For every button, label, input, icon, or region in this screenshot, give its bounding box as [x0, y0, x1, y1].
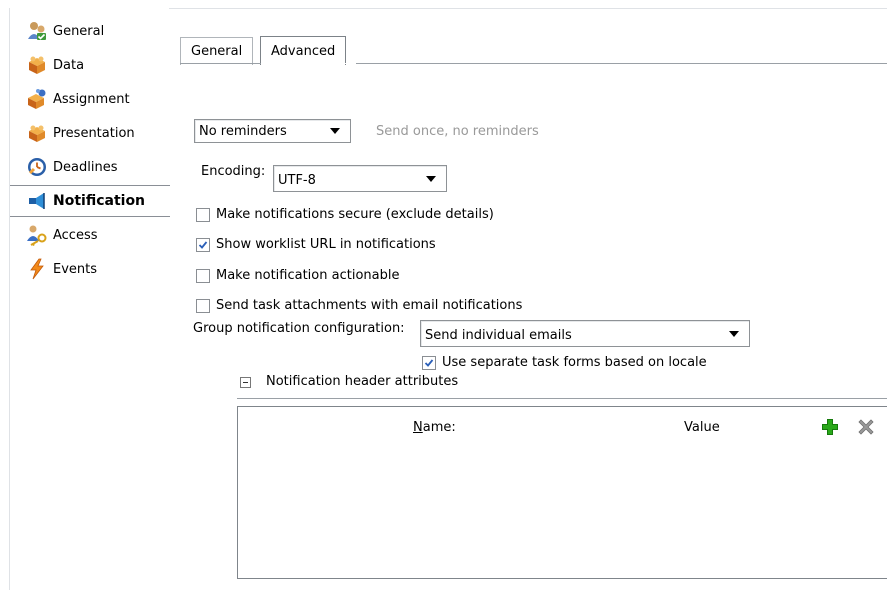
- people-check-icon: [25, 19, 49, 43]
- worklist-url-checkbox[interactable]: Show worklist URL in notifications: [196, 237, 436, 252]
- tab-general[interactable]: General: [180, 37, 254, 65]
- encoding-value: UTF-8: [278, 173, 316, 188]
- sidebar-item-label: Notification: [53, 193, 146, 209]
- chevron-down-icon: [426, 175, 436, 182]
- header-attributes-table[interactable]: Name: Value: [237, 406, 887, 579]
- clock-icon: [25, 155, 49, 179]
- checkbox[interactable]: [196, 237, 210, 252]
- checkbox[interactable]: [196, 298, 210, 313]
- collapse-section-icon[interactable]: [240, 377, 251, 388]
- actionable-label: Make notification actionable: [216, 268, 400, 283]
- attachments-label: Send task attachments with email notific…: [216, 298, 523, 313]
- secure-notifications-checkbox[interactable]: Make notifications secure (exclude detai…: [196, 207, 494, 222]
- reminders-hint: Send once, no reminders: [376, 124, 539, 139]
- sidebar-item-assignment[interactable]: Assignment: [10, 84, 168, 114]
- sidebar-item-events[interactable]: Events: [10, 254, 168, 284]
- sidebar-item-label: Access: [53, 227, 98, 243]
- tab-general-label: General: [191, 44, 243, 59]
- group-config-select[interactable]: Send individual emails: [420, 320, 750, 347]
- sidebar-item-label: Assignment: [53, 91, 130, 107]
- sidebar-item-label: Deadlines: [53, 159, 118, 175]
- assignment-icon: [25, 87, 49, 111]
- locale-forms-label: Use separate task forms based on locale: [442, 355, 707, 370]
- notification-megaphone-icon: [25, 189, 49, 213]
- chevron-down-icon: [729, 330, 739, 337]
- sidebar-item-deadlines[interactable]: Deadlines: [10, 152, 168, 182]
- sidebar-item-access[interactable]: Access: [10, 220, 168, 250]
- reminders-value: No reminders: [199, 123, 287, 139]
- secure-notifications-label: Make notifications secure (exclude detai…: [216, 207, 494, 222]
- sidebar-item-label: Presentation: [53, 125, 135, 141]
- presentation-icon: [25, 121, 49, 145]
- encoding-label: Encoding:: [201, 164, 266, 179]
- group-config-label: Group notification configuration:: [193, 321, 405, 336]
- remove-row-icon[interactable]: [858, 419, 874, 439]
- column-name-header: Name:: [413, 420, 456, 435]
- sidebar-item-label: Data: [53, 57, 85, 73]
- encoding-select[interactable]: UTF-8: [273, 165, 447, 192]
- attachments-checkbox[interactable]: Send task attachments with email notific…: [196, 298, 522, 313]
- checkbox[interactable]: [422, 355, 436, 370]
- person-key-icon: [25, 223, 49, 247]
- data-box-icon: [25, 53, 49, 77]
- checkbox[interactable]: [196, 268, 210, 283]
- tab-advanced[interactable]: Advanced: [260, 36, 347, 65]
- sidebar-item-notification[interactable]: Notification: [10, 185, 170, 217]
- sidebar-item-presentation[interactable]: Presentation: [10, 118, 168, 148]
- add-row-icon[interactable]: [821, 418, 839, 440]
- chevron-down-icon: [330, 128, 340, 134]
- column-value-header: Value: [684, 420, 720, 435]
- lightning-icon: [25, 257, 49, 281]
- worklist-url-label: Show worklist URL in notifications: [216, 237, 436, 252]
- checkbox[interactable]: [196, 207, 210, 222]
- header-attributes-title: Notification header attributes: [266, 374, 459, 389]
- sidebar-item-label: General: [53, 23, 105, 39]
- tab-advanced-label: Advanced: [271, 43, 336, 59]
- sidebar: General Data Assignment Presentation Dea…: [9, 8, 170, 590]
- locale-forms-checkbox[interactable]: Use separate task forms based on locale: [422, 355, 707, 370]
- actionable-checkbox[interactable]: Make notification actionable: [196, 268, 399, 283]
- section-divider: [237, 398, 887, 399]
- group-config-value: Send individual emails: [425, 328, 572, 343]
- sidebar-item-label: Events: [53, 261, 98, 277]
- column-name-text: ame:: [422, 420, 456, 435]
- active-tab-gap: [261, 63, 356, 64]
- reminders-select[interactable]: No reminders: [194, 119, 351, 143]
- sidebar-item-data[interactable]: Data: [10, 50, 168, 80]
- sidebar-item-general[interactable]: General: [10, 16, 168, 46]
